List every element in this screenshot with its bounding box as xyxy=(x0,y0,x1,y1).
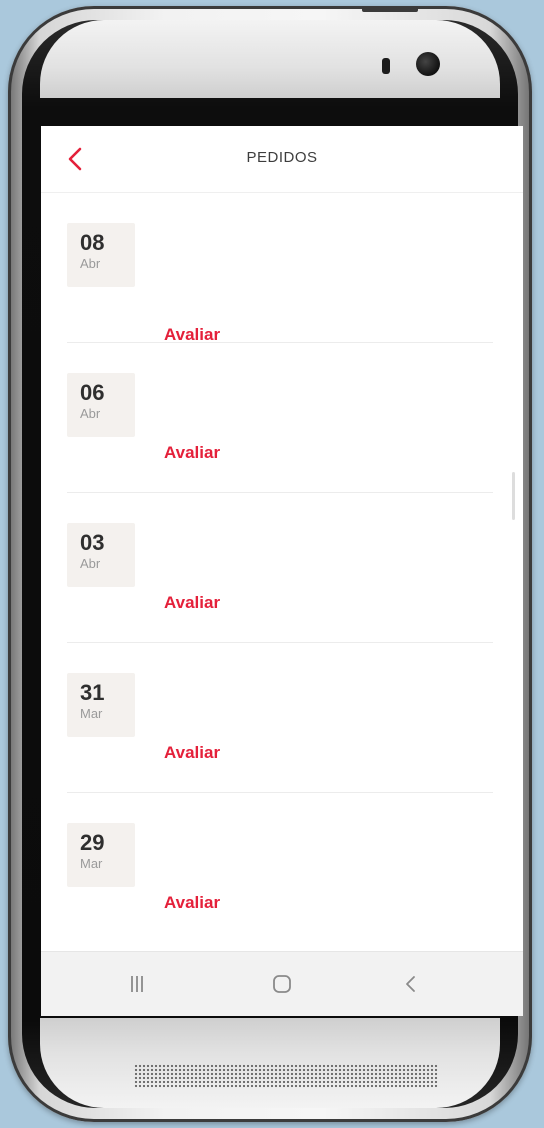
rate-order-link[interactable]: Avaliar xyxy=(164,325,220,345)
home-icon[interactable] xyxy=(262,966,302,1002)
order-month: Abr xyxy=(80,556,101,571)
back-icon[interactable] xyxy=(391,966,431,1002)
scrollbar[interactable] xyxy=(512,472,515,520)
rate-order-link[interactable]: Avaliar xyxy=(164,893,220,913)
order-day: 29 xyxy=(80,830,105,855)
date-badge: 08 Abr xyxy=(67,223,135,287)
order-item[interactable]: 06 Abr Avaliar xyxy=(67,343,493,493)
rate-order-link[interactable]: Avaliar xyxy=(164,743,220,763)
recent-apps-icon[interactable] xyxy=(117,966,157,1002)
proximity-sensor xyxy=(382,58,390,74)
order-month: Abr xyxy=(80,256,101,271)
order-month: Abr xyxy=(80,406,101,421)
speaker-grill xyxy=(134,1064,438,1088)
order-day: 03 xyxy=(80,530,105,555)
order-day: 08 xyxy=(80,230,105,255)
date-badge: 29 Mar xyxy=(67,823,135,887)
app-header: PEDIDOS xyxy=(41,126,523,193)
rate-order-link[interactable]: Avaliar xyxy=(164,593,220,613)
order-item[interactable]: 29 Mar Avaliar xyxy=(67,793,493,943)
rate-order-link[interactable]: Avaliar xyxy=(164,443,220,463)
android-nav-bar xyxy=(41,951,523,1016)
order-item[interactable]: 08 Abr Avaliar xyxy=(67,193,493,345)
date-badge: 06 Abr xyxy=(67,373,135,437)
phone-bottom-panel xyxy=(40,1018,500,1108)
order-item[interactable]: 31 Mar Avaliar xyxy=(67,643,493,793)
order-month: Mar xyxy=(80,706,103,721)
order-day: 31 xyxy=(80,680,105,705)
orders-list: 08 Abr Avaliar 06 Abr Avaliar 03 Abr Ava… xyxy=(41,193,523,953)
date-badge: 31 Mar xyxy=(67,673,135,737)
order-day: 06 xyxy=(80,380,105,405)
date-badge: 03 Abr xyxy=(67,523,135,587)
app-screen: PEDIDOS 08 Abr Avaliar 06 Abr Avaliar 03… xyxy=(41,126,523,1016)
front-camera xyxy=(416,52,440,76)
page-title: PEDIDOS xyxy=(246,149,318,166)
order-month: Mar xyxy=(80,856,103,871)
power-button xyxy=(362,6,418,12)
order-item[interactable]: 03 Abr Avaliar xyxy=(67,493,493,643)
